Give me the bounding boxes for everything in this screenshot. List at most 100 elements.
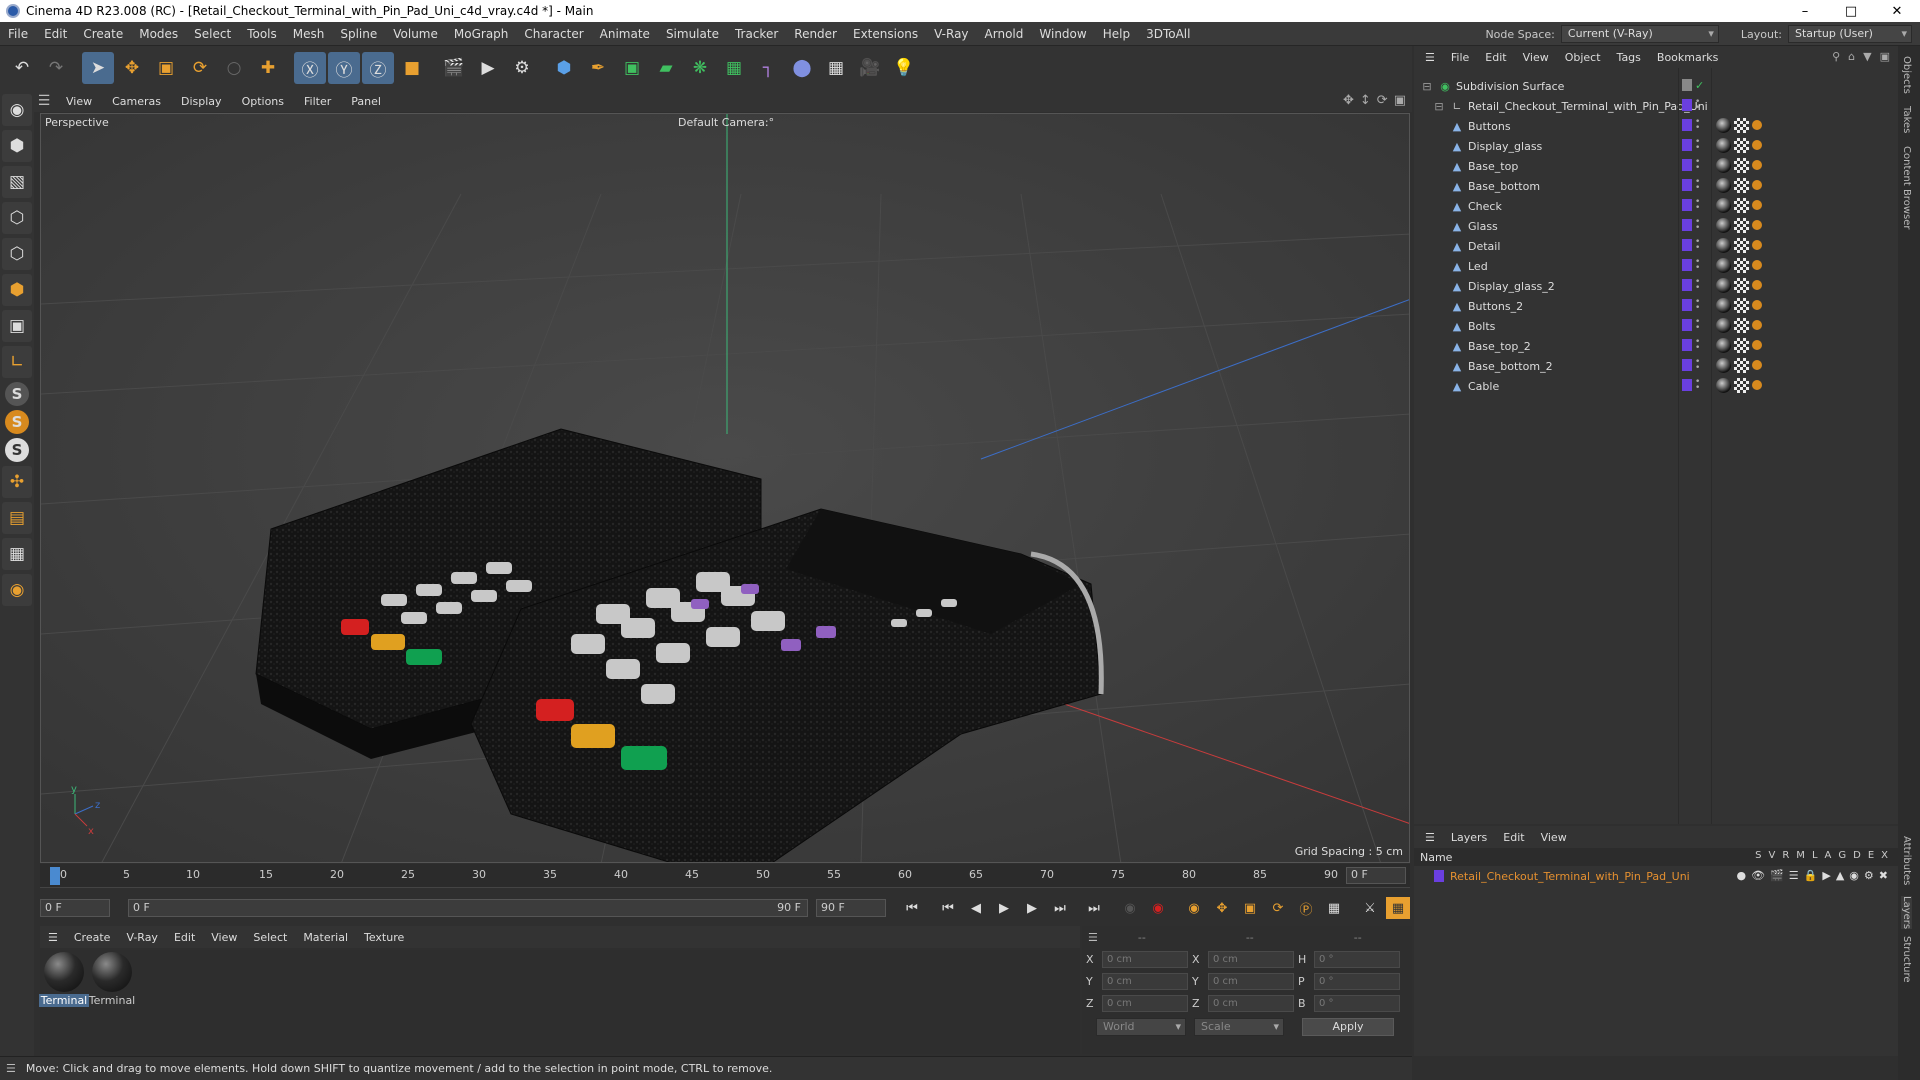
locked-column[interactable]: L	[1812, 850, 1818, 861]
expressions-column[interactable]: E	[1868, 850, 1874, 861]
make-editable-icon[interactable]: ◉	[2, 94, 32, 126]
home-icon[interactable]: ⌂	[1848, 50, 1855, 63]
tab-structure[interactable]: Structure	[1901, 936, 1912, 983]
obj-menu-tags[interactable]: Tags	[1610, 51, 1648, 64]
object-row[interactable]: ▲ Base_top • •	[1414, 156, 1898, 176]
sphere-field-icon[interactable]: ⬤	[786, 52, 818, 84]
texture-tag-icon[interactable]	[1734, 238, 1749, 253]
render-settings-icon[interactable]: ⚙	[506, 52, 538, 84]
edges-mode-icon[interactable]: ⬡	[2, 238, 32, 270]
vp-menu-display[interactable]: Display	[173, 95, 230, 108]
texture-tag-icon[interactable]	[1734, 298, 1749, 313]
axis-mode-icon[interactable]: ∟	[2, 346, 32, 378]
menu-tracker[interactable]: Tracker	[727, 27, 786, 41]
size-x-field[interactable]: 0 cm	[1208, 950, 1294, 968]
menu-mesh[interactable]: Mesh	[285, 27, 333, 41]
object-row[interactable]: ▲ Buttons • •	[1414, 116, 1898, 136]
node-space-dropdown[interactable]: Current (V-Ray)	[1560, 25, 1719, 43]
key-scale-icon[interactable]: ▣	[1238, 897, 1262, 919]
menu-spline[interactable]: Spline	[332, 27, 385, 41]
undo-icon[interactable]: ↶	[6, 52, 38, 84]
current-frame-field[interactable]: 0 F	[1346, 867, 1406, 884]
solo-column[interactable]: S	[1755, 850, 1761, 861]
phong-tag-icon[interactable]	[1752, 120, 1762, 130]
tab-layers[interactable]: Layers	[1901, 896, 1912, 930]
phong-tag-icon[interactable]	[1752, 280, 1762, 290]
mat-menu-select[interactable]: Select	[245, 931, 295, 944]
render-column[interactable]: R	[1782, 850, 1789, 861]
obj-menu-view[interactable]: View	[1516, 51, 1556, 64]
phong-tag-icon[interactable]	[1752, 360, 1762, 370]
y-axis-icon[interactable]: Ⓨ	[328, 52, 360, 84]
vp-menu-options[interactable]: Options	[234, 95, 292, 108]
go-to-start-icon[interactable]: ⏮	[900, 897, 924, 919]
visibility-dots[interactable]: • •	[1695, 278, 1701, 293]
visibility-dots[interactable]: • •	[1695, 118, 1701, 133]
filter-icon[interactable]: ▼	[1863, 50, 1871, 63]
phong-tag-icon[interactable]	[1752, 160, 1762, 170]
end-frame-field[interactable]: 90 F	[816, 899, 886, 917]
texture-tag-icon[interactable]	[1734, 358, 1749, 373]
phong-tag-icon[interactable]	[1752, 380, 1762, 390]
texture-mode-icon[interactable]: ▧	[2, 166, 32, 198]
visibility-dots[interactable]: • •	[1695, 238, 1701, 253]
workplane-icon[interactable]: ▤	[2, 502, 32, 534]
texture-tag-icon[interactable]	[1734, 338, 1749, 353]
deformer-icon[interactable]: ┐	[752, 52, 784, 84]
texture-tag-icon[interactable]	[1734, 158, 1749, 173]
key-pla-icon[interactable]: ▦	[1322, 897, 1346, 919]
hamburger-icon[interactable]: ☰	[34, 93, 54, 109]
key-rotation-icon[interactable]: ⟳	[1266, 897, 1290, 919]
visibility-dots[interactable]: • •	[1695, 258, 1701, 273]
material-tag-icon[interactable]	[1716, 118, 1731, 133]
position-y-field[interactable]: 0 cm	[1102, 972, 1188, 990]
render-toggle-icon[interactable]: 🎬	[1770, 869, 1784, 882]
menu-file[interactable]: File	[0, 27, 36, 41]
tab-objects[interactable]: Objects	[1901, 56, 1912, 94]
scale2-icon[interactable]: ○	[218, 52, 250, 84]
visibility-dots[interactable]: • •	[1695, 298, 1701, 313]
render-region-icon[interactable]: 🎬	[438, 52, 470, 84]
visibility-dots[interactable]: • •	[1695, 98, 1701, 113]
new-window-icon[interactable]: ▣	[1880, 50, 1890, 63]
move-icon[interactable]: ✥	[116, 52, 148, 84]
lock-icon[interactable]: ◉	[2, 574, 32, 606]
playhead[interactable]	[50, 867, 60, 885]
object-row[interactable]: ▲ Bolts • •	[1414, 316, 1898, 336]
layer-menu-view[interactable]: View	[1534, 831, 1574, 844]
subdiv-icon[interactable]: ▣	[616, 52, 648, 84]
menu-vray[interactable]: V-Ray	[926, 27, 976, 41]
menu-simulate[interactable]: Simulate	[658, 27, 727, 41]
go-to-end-icon[interactable]: ⏭	[1082, 897, 1106, 919]
extrude-icon[interactable]: ▰	[650, 52, 682, 84]
phong-tag-icon[interactable]	[1752, 220, 1762, 230]
obj-menu-edit[interactable]: Edit	[1478, 51, 1513, 64]
menu-window[interactable]: Window	[1031, 27, 1094, 41]
camera-label[interactable]: Default Camera:°	[678, 116, 774, 129]
snap3-icon[interactable]: S	[5, 438, 29, 462]
size-mode-dropdown[interactable]: Scale	[1194, 1018, 1284, 1036]
magnet-icon[interactable]: ✣	[2, 466, 32, 498]
position-x-field[interactable]: 0 cm	[1102, 950, 1188, 968]
menu-3dtoall[interactable]: 3DToAll	[1138, 27, 1198, 41]
phong-tag-icon[interactable]	[1752, 300, 1762, 310]
tab-content-browser[interactable]: Content Browser	[1901, 146, 1912, 229]
maximize-button[interactable]: □	[1828, 4, 1874, 19]
object-row[interactable]: ▲ Glass • •	[1414, 216, 1898, 236]
material-terminal-1[interactable]: Terminal	[38, 952, 90, 1010]
vp-menu-cameras[interactable]: Cameras	[104, 95, 169, 108]
rotation-b-field[interactable]: 0 °	[1314, 994, 1400, 1012]
scene-canvas[interactable]: y z x	[41, 114, 1410, 863]
menu-animate[interactable]: Animate	[592, 27, 658, 41]
material-tag-icon[interactable]	[1716, 158, 1731, 173]
material-tag-icon[interactable]	[1716, 178, 1731, 193]
select-icon[interactable]: ➤	[82, 52, 114, 84]
vp-menu-filter[interactable]: Filter	[296, 95, 339, 108]
points-mode-icon[interactable]: ⬡	[2, 202, 32, 234]
visibility-dots[interactable]: • •	[1695, 338, 1701, 353]
menu-modes[interactable]: Modes	[131, 27, 186, 41]
object-row[interactable]: ⊟ ∟ Retail_Checkout_Terminal_with_Pin_Pa…	[1414, 96, 1898, 116]
animation-column[interactable]: A	[1825, 850, 1832, 861]
model-mode-icon[interactable]: ⬢	[2, 130, 32, 162]
hamburger-icon[interactable]: ☰	[1418, 831, 1442, 844]
